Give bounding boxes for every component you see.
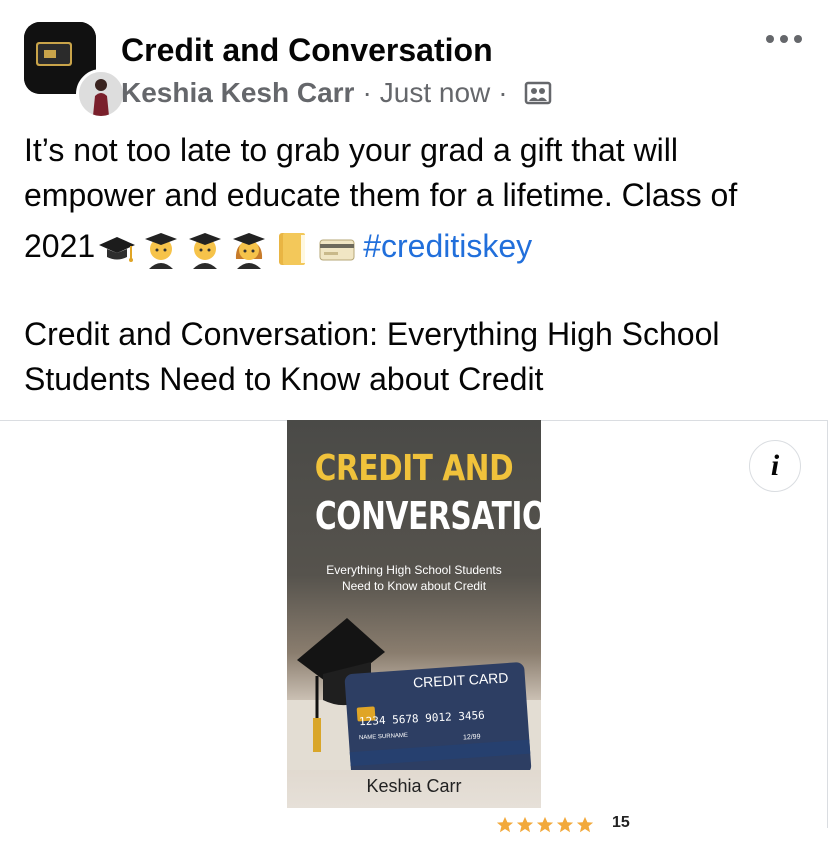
ledger-icon — [279, 232, 306, 265]
group-name[interactable]: Credit and Conversation — [121, 30, 493, 70]
book-title-line: CREDIT AND — [314, 448, 514, 489]
group-privacy-icon — [524, 81, 551, 105]
info-button[interactable]: i — [749, 440, 801, 492]
book-subtitle-line: Everything High School Students — [326, 563, 502, 577]
star-icon — [536, 816, 554, 833]
man-student-icon — [145, 232, 178, 269]
more-options-icon[interactable] — [760, 24, 808, 54]
star-icon — [576, 816, 594, 833]
book-cover-image[interactable]: CREDIT AND CONVERSATION Everything High … — [287, 420, 541, 808]
hashtag-link[interactable]: #creditiskey — [363, 228, 532, 264]
star-icon — [556, 816, 574, 833]
book-title-line: CONVERSATION — [314, 494, 541, 538]
rating-stars — [496, 816, 594, 833]
link-title-line: Students Need to Know about Credit — [24, 361, 544, 397]
post-meta: Keshia Kesh Carr · Just now · — [121, 74, 552, 112]
author-name[interactable]: Keshia Kesh Carr — [121, 74, 354, 112]
meta-separator: · — [498, 77, 508, 108]
post-line: empower and educate them for a lifetime.… — [24, 177, 738, 213]
star-icon — [496, 816, 514, 833]
post-class-year: 2021 — [24, 228, 96, 264]
emoji-row — [97, 229, 357, 269]
man-student-icon — [189, 232, 222, 269]
woman-student-icon — [233, 232, 266, 269]
post-line: It’s not too late to grab your grad a gi… — [24, 132, 678, 168]
post-line: 2021 #creditiskey — [24, 224, 814, 269]
credit-card-icon — [319, 239, 355, 261]
post-text: It’s not too late to grab your grad a gi… — [24, 128, 814, 269]
user-avatar[interactable] — [76, 69, 126, 119]
post-timestamp[interactable]: Just now — [380, 74, 491, 112]
star-icon — [516, 816, 534, 833]
book-author: Keshia Carr — [366, 776, 462, 796]
graduation-cap-icon — [99, 236, 136, 262]
card-expiry: 12/99 — [462, 733, 481, 742]
link-title-line: Credit and Conversation: Everything High… — [24, 316, 720, 352]
rating-count: 15 — [612, 814, 630, 831]
meta-separator: · — [362, 77, 372, 108]
avatar-group[interactable] — [24, 22, 126, 119]
link-title[interactable]: Credit and Conversation: Everything High… — [24, 312, 719, 402]
